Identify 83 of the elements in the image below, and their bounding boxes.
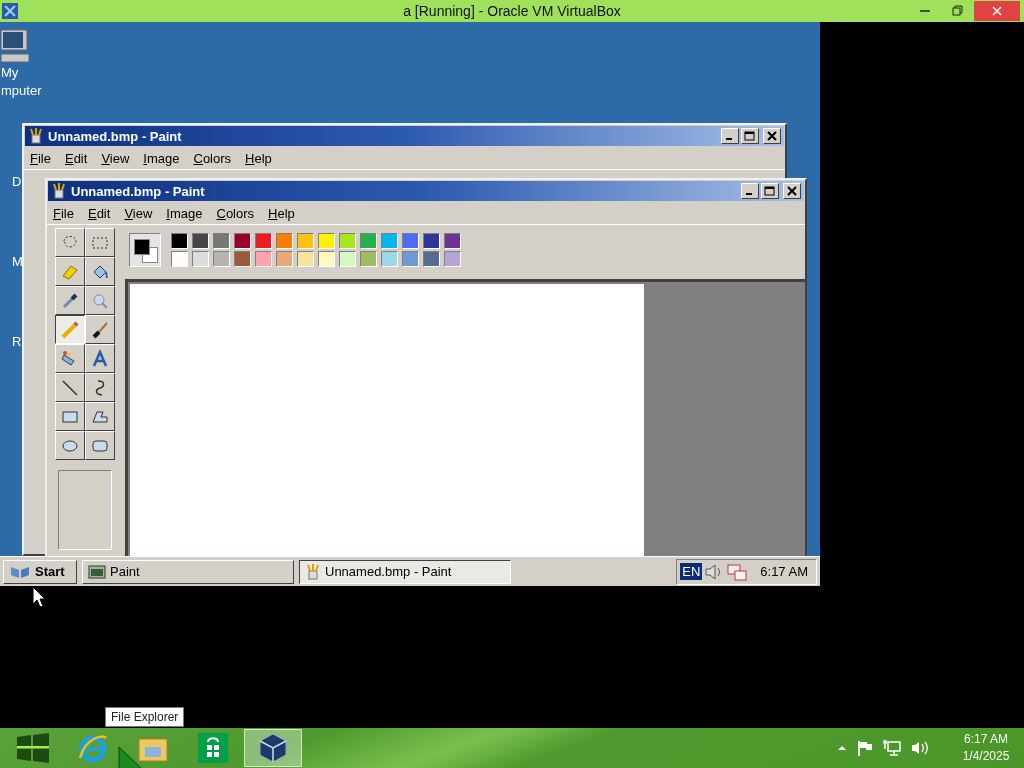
color-swatch[interactable] [234,233,251,249]
time-text: 6:17 AM [964,731,1008,748]
tooltip: File Explorer [105,707,185,727]
maximize-icon[interactable] [761,183,779,199]
color-swatch[interactable] [360,251,377,267]
window-icon [88,564,106,579]
menu-item[interactable]: Colors [193,150,232,166]
color-swatch[interactable] [192,251,209,267]
menu-item[interactable]: Colors [216,205,255,221]
color-swatch[interactable] [402,233,419,249]
menu-item[interactable]: File [30,150,51,166]
color-swatch[interactable] [255,251,272,267]
close-icon[interactable] [783,183,801,199]
chevron-up-icon[interactable] [836,743,848,753]
taskbar-button[interactable]: Unnamed.bmp - Paint [299,559,511,584]
menu-item[interactable]: View [101,150,130,166]
color-swatch[interactable] [192,233,209,249]
color-swatch[interactable] [318,251,335,267]
icon-label: D [12,174,22,189]
maximize-icon[interactable] [741,128,759,144]
icon-label: My [1,64,19,82]
color-swatch[interactable] [402,251,419,267]
current-colors[interactable] [129,233,161,267]
pencil-icon [60,319,80,340]
color-swatch[interactable] [276,251,293,267]
speaker-icon[interactable] [910,739,930,757]
windows-logo-icon [16,733,50,763]
clock: 6:17 AM [760,564,808,579]
date-text: 1/4/2025 [962,748,1010,765]
window-title: Unnamed.bmp - Paint [71,183,205,199]
menu-item[interactable]: View [124,205,153,221]
taskbar-button[interactable]: Paint [82,559,294,584]
color-swatch[interactable] [444,233,461,249]
color-swatch[interactable] [297,233,314,249]
color-swatch[interactable] [381,251,398,267]
color-swatch[interactable] [171,233,188,249]
color-swatch[interactable] [423,251,440,267]
color-swatch[interactable] [444,251,461,267]
color-swatch[interactable] [234,251,251,267]
menu-item[interactable]: File [53,205,74,221]
paint-icon [28,128,44,144]
color-swatch[interactable] [423,233,440,249]
icon-label: mputer [1,82,42,100]
color-swatch[interactable] [381,233,398,249]
menu-item[interactable]: Image [166,205,203,221]
color-swatch[interactable] [213,251,230,267]
cursor-icon [118,746,144,768]
cube-icon [258,732,288,764]
store-icon [198,733,228,763]
icon-label: M [12,254,23,269]
start-button[interactable]: Start [3,559,77,584]
icon-label: R [12,334,22,349]
color-swatch[interactable] [339,233,356,249]
close-icon[interactable] [763,128,781,144]
paint-icon [305,563,321,580]
color-swatch[interactable] [213,233,230,249]
menu-item[interactable]: Edit [87,205,111,221]
network-icon[interactable] [726,561,749,582]
color-swatch[interactable] [171,251,188,267]
color-swatch[interactable] [297,251,314,267]
menu-item[interactable]: Help [268,205,295,221]
paint-icon [51,183,67,199]
color-swatch[interactable] [360,233,377,249]
minimize-icon[interactable] [721,128,739,144]
menu-item[interactable]: Edit [64,150,88,166]
flag-icon[interactable] [856,739,874,757]
minimize-icon[interactable] [741,183,759,199]
text-icon [90,348,110,369]
color-swatch[interactable] [318,233,335,249]
computer-icon[interactable] [1,28,29,64]
color-swatch[interactable] [276,233,293,249]
window-title: a [Running] - Oracle VM VirtualBox [402,3,622,19]
browser-icon [77,732,109,764]
menu-item[interactable]: Help [245,150,272,166]
menu-item[interactable]: Image [143,150,180,166]
tool-button[interactable] [55,315,85,344]
color-swatch[interactable] [339,251,356,267]
line-icon [60,377,80,398]
window-title: Unnamed.bmp - Paint [48,128,182,144]
language-indicator[interactable]: EN [680,563,703,580]
color-swatch[interactable] [255,233,272,249]
taskbar-app[interactable] [244,729,302,767]
network-icon[interactable] [882,739,902,757]
